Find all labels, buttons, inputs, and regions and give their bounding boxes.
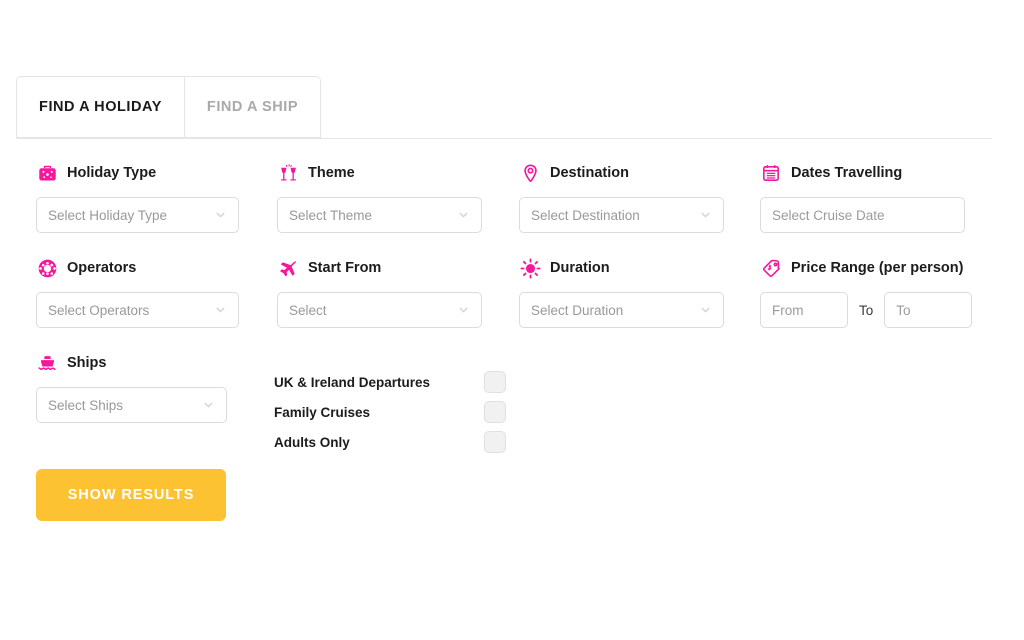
checkbox-family-cruises-label: Family Cruises: [274, 404, 371, 420]
field-price-range-label-text: Price Range (per person): [791, 260, 964, 276]
price-range-separator-label: To: [859, 302, 874, 318]
field-holiday-type-label-text: Holiday Type: [67, 165, 157, 181]
field-operators-label: Operators: [36, 255, 239, 281]
theme-dropdown[interactable]: Select Theme: [277, 197, 482, 233]
field-ships-label-text: Ships: [67, 355, 107, 371]
suitcase-icon: [36, 162, 58, 184]
checkbox-uk-ireland-departures-label: UK & Ireland Departures: [274, 374, 431, 390]
destination-dropdown-value: Select Destination: [531, 207, 640, 223]
chevron-down-icon: [202, 399, 215, 412]
tab-find-a-holiday[interactable]: FIND A HOLIDAY: [16, 76, 184, 138]
holiday-type-dropdown-value: Select Holiday Type: [48, 207, 168, 223]
tab-find-a-holiday-label: FIND A HOLIDAY: [39, 99, 162, 115]
form-row-3: Ships Select Ships: [0, 350, 1024, 445]
field-price-range-label: Price Range (per person): [760, 255, 972, 281]
field-holiday-type-label: Holiday Type: [36, 160, 239, 186]
operators-dropdown[interactable]: Select Operators: [36, 292, 239, 328]
checkbox-family-cruises[interactable]: Family Cruises: [274, 397, 506, 427]
search-form: Holiday Type Select Holiday Type Theme S…: [0, 160, 1024, 521]
start-from-dropdown-value: Select: [289, 302, 327, 318]
price-from-input[interactable]: [760, 292, 848, 328]
price-range-inputs: To: [760, 292, 973, 328]
field-holiday-type: Holiday Type Select Holiday Type: [36, 160, 239, 233]
price-to-input[interactable]: [884, 292, 973, 328]
field-destination-label-text: Destination: [550, 165, 629, 181]
field-theme: Theme Select Theme: [277, 160, 482, 233]
cruise-date-input[interactable]: [760, 197, 965, 233]
chevron-down-icon: [699, 209, 712, 222]
field-operators: Operators Select Operators: [36, 255, 239, 328]
field-operators-label-text: Operators: [67, 260, 137, 276]
cruise-ship-icon: [36, 352, 58, 374]
sun-icon: [519, 257, 541, 279]
field-duration: Duration Select Duration: [519, 255, 724, 328]
holiday-type-dropdown[interactable]: Select Holiday Type: [36, 197, 239, 233]
search-mode-tabs: FIND A HOLIDAY FIND A SHIP: [16, 76, 321, 138]
field-start-from-label-text: Start From: [308, 260, 382, 276]
filter-checkbox-group: UK & Ireland Departures Family Cruises A…: [274, 367, 506, 457]
checkbox-family-cruises-box[interactable]: [484, 401, 506, 423]
field-start-from-label: Start From: [277, 255, 482, 281]
map-pin-icon: [519, 162, 541, 184]
ships-dropdown[interactable]: Select Ships: [36, 387, 227, 423]
tabs-divider: [16, 138, 992, 139]
form-row-1: Holiday Type Select Holiday Type Theme S…: [0, 160, 1024, 255]
field-theme-label-text: Theme: [308, 165, 355, 181]
show-results-button[interactable]: SHOW RESULTS: [36, 469, 226, 521]
checkbox-adults-only-label: Adults Only: [274, 434, 350, 450]
theme-dropdown-value: Select Theme: [289, 207, 373, 223]
ships-dropdown-value: Select Ships: [48, 397, 124, 413]
field-price-range: Price Range (per person) To: [760, 255, 973, 328]
field-start-from: Start From Select: [277, 255, 482, 328]
field-dates-travelling-label: Dates Travelling: [760, 160, 965, 186]
duration-dropdown-value: Select Duration: [531, 302, 624, 318]
calendar-icon: [760, 162, 782, 184]
airplane-icon: [277, 257, 299, 279]
duration-dropdown[interactable]: Select Duration: [519, 292, 724, 328]
chevron-down-icon: [214, 304, 227, 317]
field-duration-label: Duration: [519, 255, 724, 281]
field-dates-travelling: Dates Travelling: [760, 160, 965, 233]
checkbox-uk-ireland-departures-box[interactable]: [484, 371, 506, 393]
checkbox-adults-only-box[interactable]: [484, 431, 506, 453]
field-destination-label: Destination: [519, 160, 724, 186]
price-tag-icon: [760, 257, 782, 279]
tab-find-a-ship[interactable]: FIND A SHIP: [184, 76, 321, 138]
form-row-2: Operators Select Operators Start From Se…: [0, 255, 1024, 350]
operators-dropdown-value: Select Operators: [48, 302, 150, 318]
champagne-glasses-icon: [277, 162, 299, 184]
field-dates-travelling-label-text: Dates Travelling: [791, 165, 903, 181]
field-duration-label-text: Duration: [550, 260, 610, 276]
cruise-search-page: FIND A HOLIDAY FIND A SHIP Holiday Type …: [0, 0, 1024, 640]
chevron-down-icon: [457, 209, 470, 222]
field-ships-label: Ships: [36, 350, 227, 376]
chevron-down-icon: [699, 304, 712, 317]
field-destination: Destination Select Destination: [519, 160, 724, 233]
field-ships: Ships Select Ships: [36, 350, 227, 423]
checkbox-adults-only[interactable]: Adults Only: [274, 427, 506, 457]
start-from-dropdown[interactable]: Select: [277, 292, 482, 328]
ship-helm-icon: [36, 257, 58, 279]
field-theme-label: Theme: [277, 160, 482, 186]
checkbox-uk-ireland-departures[interactable]: UK & Ireland Departures: [274, 367, 506, 397]
tab-find-a-ship-label: FIND A SHIP: [206, 99, 299, 115]
chevron-down-icon: [457, 304, 470, 317]
destination-dropdown[interactable]: Select Destination: [519, 197, 724, 233]
chevron-down-icon: [214, 209, 227, 222]
